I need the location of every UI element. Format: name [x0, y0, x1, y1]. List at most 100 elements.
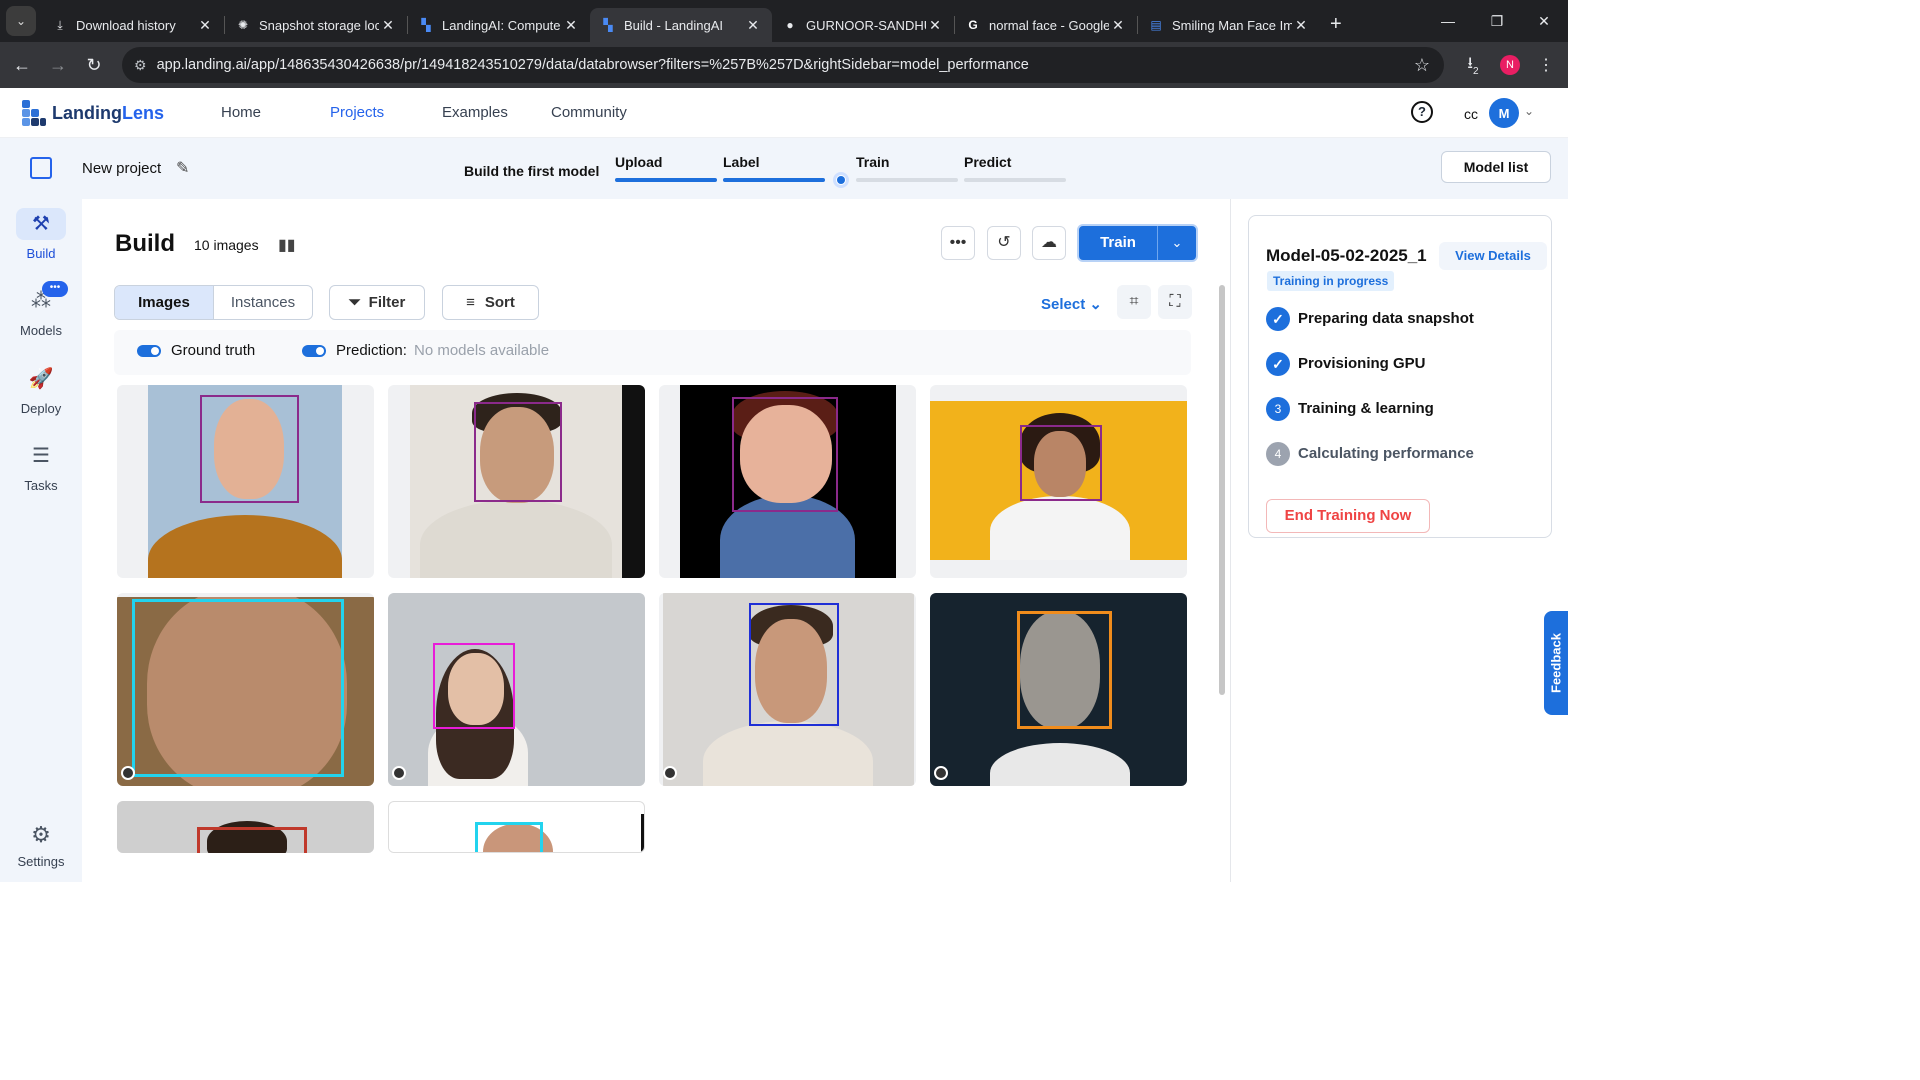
step-predict-bar [964, 178, 1066, 182]
bounding-box[interactable] [1017, 611, 1112, 729]
bounding-box[interactable] [132, 599, 344, 777]
main-scrollbar[interactable] [1219, 285, 1225, 695]
browser-menu-icon[interactable]: ⋮ [1533, 52, 1559, 78]
new-tab-plus-icon[interactable]: + [1330, 13, 1342, 36]
ground-truth-toggle[interactable] [137, 345, 161, 357]
tab-search-chevron-icon[interactable]: ⌄ [6, 6, 36, 36]
step-label[interactable]: Label [723, 154, 760, 170]
reload-icon[interactable]: ↻ [76, 55, 112, 76]
image-card[interactable] [117, 593, 374, 786]
image-card[interactable] [659, 593, 916, 786]
tab-instances[interactable]: Instances [214, 286, 312, 319]
close-icon[interactable]: ✕ [1109, 17, 1127, 34]
profile-avatar[interactable]: N [1497, 52, 1523, 78]
project-name[interactable]: New project [82, 160, 161, 177]
close-icon[interactable]: ✕ [379, 17, 397, 34]
close-icon[interactable]: ✕ [926, 17, 944, 34]
minimize-icon[interactable]: — [1424, 0, 1472, 42]
browser-tab-bar: ⌄ ⤓ Download history ✕ ✺ Snapshot storag… [0, 0, 1568, 42]
help-icon[interactable]: ? [1411, 101, 1433, 123]
nav-community[interactable]: Community [551, 104, 627, 121]
restore-icon[interactable]: ❐ [1473, 0, 1521, 42]
sidebar-item-settings[interactable]: ⚙ Settings [0, 822, 82, 869]
train-button[interactable]: Train ⌄ [1077, 224, 1198, 262]
org-switcher[interactable]: cc [1464, 106, 1478, 122]
browser-tab[interactable]: ▚ LandingAI: Compute ✕ [408, 8, 590, 42]
browser-tab[interactable]: ✺ Snapshot storage loc ✕ [225, 8, 407, 42]
photo-body [148, 515, 342, 578]
image-card[interactable] [930, 385, 1187, 578]
cloud-upload-icon[interactable]: ☁ [1032, 226, 1066, 260]
image-card[interactable] [388, 385, 645, 578]
bounding-box[interactable] [197, 827, 307, 853]
browser-tab-active[interactable]: ▚ Build - LandingAI ✕ [590, 8, 772, 42]
more-options-icon[interactable]: ••• [941, 226, 975, 260]
site-info-icon[interactable]: ⚙ [134, 57, 147, 74]
image-card[interactable] [117, 385, 374, 578]
close-icon[interactable]: ✕ [1292, 17, 1310, 34]
close-icon[interactable]: ✕ [744, 17, 762, 34]
train-button-label[interactable]: Train [1079, 226, 1157, 260]
bounding-box[interactable] [1020, 425, 1102, 501]
browser-tab[interactable]: ⤓ Download history ✕ [42, 8, 224, 42]
sidebar-item-models[interactable]: ⁂ Models [0, 285, 82, 338]
url-text[interactable]: app.landing.ai/app/148635430426638/pr/14… [157, 57, 1029, 73]
model-list-button[interactable]: Model list [1441, 151, 1551, 183]
step-predict[interactable]: Predict [964, 154, 1011, 170]
nav-home[interactable]: Home [221, 104, 261, 121]
history-icon[interactable]: ↺ [987, 226, 1021, 260]
filter-button[interactable]: ⏷ Filter [329, 285, 425, 320]
image-card[interactable] [930, 593, 1187, 786]
github-icon: ● [786, 18, 794, 32]
feedback-tab[interactable]: Feedback [1544, 611, 1568, 715]
project-icon[interactable] [30, 157, 52, 179]
landinglens-logo[interactable]: LandingLens [22, 100, 164, 126]
sidebar-item-deploy[interactable]: 🚀 Deploy [0, 363, 82, 416]
sort-button[interactable]: ≡ Sort [442, 285, 539, 320]
chevron-down-icon[interactable]: ⌄ [1524, 104, 1534, 118]
image-card[interactable] [388, 593, 645, 786]
window-close-icon[interactable]: ✕ [1520, 0, 1568, 42]
tab-images[interactable]: Images [115, 286, 214, 319]
bar-chart-icon[interactable]: ▮▮ [278, 235, 296, 255]
end-training-button[interactable]: End Training Now [1266, 499, 1430, 533]
bounding-box[interactable] [749, 603, 839, 726]
back-icon[interactable]: ← [4, 55, 40, 76]
step-upload[interactable]: Upload [615, 154, 662, 170]
bounding-box[interactable] [433, 643, 515, 729]
bookmark-star-icon[interactable]: ☆ [1414, 55, 1430, 76]
edit-pencil-icon[interactable]: ✎ [176, 158, 189, 178]
nav-examples[interactable]: Examples [442, 104, 508, 121]
prediction-toggle[interactable] [302, 345, 326, 357]
user-avatar[interactable]: M [1489, 98, 1519, 128]
chevron-down-icon[interactable]: ⌄ [1157, 226, 1196, 260]
view-details-button[interactable]: View Details [1439, 242, 1547, 270]
image-card[interactable] [659, 385, 916, 578]
status-badge: Training in progress [1267, 271, 1395, 291]
sidebar-item-tasks[interactable]: ☰ Tasks [0, 440, 82, 493]
tab-title: Smiling Man Face Im [1172, 17, 1292, 33]
focus-icon[interactable]: ⌗ [1117, 285, 1151, 319]
close-icon[interactable]: ✕ [562, 17, 580, 34]
step-train[interactable]: Train [856, 154, 889, 170]
downloads-icon[interactable]: ⭳ 2 [1460, 52, 1486, 78]
url-omnibox[interactable]: ⚙ app.landing.ai/app/148635430426638/pr/… [122, 47, 1444, 83]
browser-tab[interactable]: ● GURNOOR-SANDHU ✕ [772, 8, 954, 42]
fullscreen-icon[interactable]: ⛶ [1158, 285, 1192, 319]
close-icon[interactable]: ✕ [196, 17, 214, 34]
sidebar-item-build[interactable]: ⚒ Build [0, 208, 82, 261]
browser-tab[interactable]: ▤ Smiling Man Face Im ✕ [1138, 8, 1320, 42]
browser-tab[interactable]: G normal face - Google ✕ [955, 8, 1137, 42]
image-card[interactable] [117, 801, 374, 853]
bounding-box[interactable] [474, 402, 562, 502]
select-dropdown[interactable]: Select ⌄ [1041, 295, 1102, 313]
sidebar-item-label: Tasks [24, 478, 58, 493]
bounding-box[interactable] [475, 822, 543, 852]
forward-icon[interactable]: → [40, 55, 76, 76]
bounding-box[interactable] [732, 397, 838, 512]
nav-projects[interactable]: Projects [330, 104, 384, 121]
image-card[interactable] [388, 801, 645, 853]
bounding-box[interactable] [200, 395, 299, 503]
profile-initial: N [1500, 55, 1520, 75]
photo-body [990, 496, 1130, 560]
